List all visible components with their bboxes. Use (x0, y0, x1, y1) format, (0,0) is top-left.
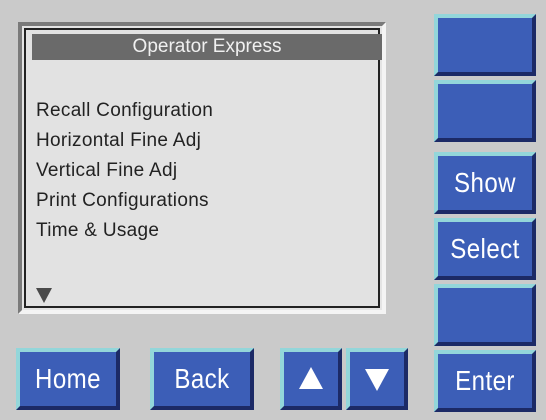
home-button[interactable]: Home (16, 348, 120, 410)
lcd-screen: Operator Express Recall Configuration Ho… (18, 22, 386, 314)
menu-item-time-usage[interactable]: Time & Usage (36, 216, 213, 246)
scroll-down-indicator-icon (36, 288, 52, 303)
show-button-label: Show (454, 167, 516, 198)
select-button-label: Select (450, 233, 520, 264)
back-button[interactable]: Back (150, 348, 254, 410)
enter-button[interactable]: Enter (434, 350, 536, 412)
home-button-label: Home (35, 363, 101, 394)
back-button-label: Back (174, 363, 230, 394)
up-arrow-icon (299, 367, 323, 389)
menu-item-vertical-fine-adj[interactable]: Vertical Fine Adj (36, 156, 213, 186)
soft-key-1-button[interactable] (434, 14, 536, 76)
scroll-down-button[interactable] (346, 348, 408, 410)
screen-title: Operator Express (32, 34, 382, 60)
menu-list: Recall Configuration Horizontal Fine Adj… (36, 96, 213, 246)
control-panel: Operator Express Recall Configuration Ho… (0, 0, 546, 420)
soft-key-5-button[interactable] (434, 284, 536, 346)
soft-key-2-button[interactable] (434, 80, 536, 142)
select-button[interactable]: Select (434, 218, 536, 280)
enter-button-label: Enter (455, 365, 515, 396)
menu-item-print-configurations[interactable]: Print Configurations (36, 186, 213, 216)
menu-item-horizontal-fine-adj[interactable]: Horizontal Fine Adj (36, 126, 213, 156)
down-arrow-icon (365, 369, 389, 391)
show-button[interactable]: Show (434, 152, 536, 214)
scroll-up-button[interactable] (280, 348, 342, 410)
menu-item-recall-configuration[interactable]: Recall Configuration (36, 96, 213, 126)
lcd-display-area: Operator Express Recall Configuration Ho… (24, 28, 382, 308)
